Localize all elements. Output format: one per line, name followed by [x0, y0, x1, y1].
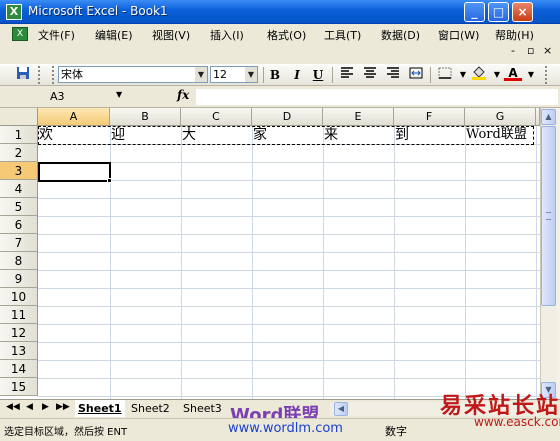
maximize-button[interactable]: □ — [488, 2, 509, 22]
row-header-5[interactable]: 5 — [0, 198, 38, 216]
row-header-15[interactable]: 15 — [0, 378, 38, 396]
chevron-down-icon[interactable]: ▼ — [522, 66, 540, 84]
row-header-3[interactable]: 3 — [0, 162, 38, 180]
row-header-4[interactable]: 4 — [0, 180, 38, 198]
chevron-down-icon[interactable]: ▼ — [245, 67, 257, 82]
status-mode: 数字 — [385, 425, 407, 438]
fill-handle[interactable] — [107, 178, 112, 183]
toolbar-separator — [263, 67, 264, 83]
menu-window[interactable]: 窗口(W) — [438, 27, 479, 43]
tab-sheet3[interactable]: Sheet3 — [180, 400, 225, 417]
menu-edit[interactable]: 编辑(E) — [95, 27, 133, 43]
cell-gridlines — [38, 126, 540, 399]
scroll-up-button[interactable]: ▲ — [541, 109, 556, 125]
row-header-9[interactable]: 9 — [0, 270, 38, 288]
excel-icon[interactable]: X — [6, 4, 22, 20]
fill-color-icon[interactable] — [470, 66, 488, 84]
font-size-select[interactable]: 12 ▼ — [210, 66, 258, 83]
copy-marquee — [38, 126, 534, 145]
row-header-11[interactable]: 11 — [0, 306, 38, 324]
font-color-icon[interactable]: A — [504, 66, 522, 81]
column-header-d[interactable]: D — [252, 108, 323, 126]
align-left-icon[interactable] — [338, 66, 356, 84]
scroll-grip-icon — [546, 212, 551, 220]
toolbar-separator — [332, 67, 333, 83]
first-sheet-button[interactable]: ◀◀ — [6, 402, 20, 412]
doc-restore-button[interactable]: ▫ — [527, 44, 534, 57]
prev-sheet-button[interactable]: ◀ — [26, 402, 33, 412]
bold-button[interactable]: B — [266, 66, 284, 84]
formula-input[interactable] — [196, 89, 558, 105]
row-header-13[interactable]: 13 — [0, 342, 38, 360]
window-title: Microsoft Excel - Book1 — [28, 4, 168, 18]
underline-button[interactable]: U — [309, 66, 327, 84]
menu-insert[interactable]: 插入(I) — [210, 27, 244, 43]
row-header-1[interactable]: 1 — [0, 126, 38, 144]
column-header-g[interactable]: G — [465, 108, 536, 126]
align-right-icon[interactable] — [384, 66, 402, 84]
toolbar-grip[interactable] — [52, 66, 56, 84]
minimize-button[interactable]: _ — [464, 2, 485, 22]
doc-close-button[interactable]: × — [543, 44, 552, 57]
column-header-e[interactable]: E — [323, 108, 394, 126]
menu-format[interactable]: 格式(O) — [267, 27, 306, 43]
menu-tools[interactable]: 工具(T) — [324, 27, 361, 43]
menu-help[interactable]: 帮助(H) — [495, 27, 534, 43]
column-header-a[interactable]: A — [38, 108, 110, 126]
doc-minimize-button[interactable]: - — [511, 44, 515, 57]
toolbar-grip[interactable] — [38, 66, 42, 84]
column-header-b[interactable]: B — [110, 108, 181, 126]
row-header-8[interactable]: 8 — [0, 252, 38, 270]
easck-url: www.easck.com — [474, 415, 560, 429]
chevron-down-icon[interactable]: ▼ — [116, 90, 122, 99]
row-header-6[interactable]: 6 — [0, 216, 38, 234]
menu-file[interactable]: 文件(F) — [38, 27, 75, 43]
italic-button[interactable]: I — [288, 66, 306, 84]
row-header-14[interactable]: 14 — [0, 360, 38, 378]
row-header-7[interactable]: 7 — [0, 234, 38, 252]
close-button[interactable]: × — [512, 2, 533, 22]
tab-sheet2[interactable]: Sheet2 — [128, 400, 173, 417]
workbook-icon[interactable]: X — [12, 27, 28, 41]
scroll-left-button[interactable]: ◀ — [334, 402, 348, 416]
align-center-icon[interactable] — [361, 66, 379, 84]
insert-function-button[interactable]: fx — [177, 88, 189, 102]
toolbar-options-grip[interactable] — [545, 66, 549, 84]
toolbar-separator — [430, 67, 431, 83]
next-sheet-button[interactable]: ▶ — [42, 402, 49, 412]
active-cell-a3[interactable] — [38, 162, 111, 182]
last-sheet-button[interactable]: ▶▶ — [56, 402, 70, 412]
menu-view[interactable]: 视图(V) — [152, 27, 190, 43]
row-header-2[interactable]: 2 — [0, 144, 38, 162]
font-name-value: 宋体 — [61, 68, 83, 81]
chevron-down-icon[interactable]: ▼ — [195, 67, 207, 82]
menu-data[interactable]: 数据(D) — [381, 27, 420, 43]
select-all-button[interactable] — [0, 108, 38, 126]
save-icon[interactable] — [14, 66, 32, 84]
status-message: 选定目标区域，然后按 ENT — [4, 427, 128, 438]
font-size-value: 12 — [213, 68, 227, 81]
row-header-12[interactable]: 12 — [0, 324, 38, 342]
column-header-f[interactable]: F — [394, 108, 465, 126]
column-header-c[interactable]: C — [181, 108, 252, 126]
wordlm-url: www.wordlm.com — [228, 421, 343, 436]
borders-icon[interactable] — [436, 66, 454, 84]
merge-center-icon[interactable] — [407, 66, 425, 84]
row-header-10[interactable]: 10 — [0, 288, 38, 306]
font-name-select[interactable]: 宋体 ▼ — [58, 66, 208, 83]
tab-sheet1[interactable]: Sheet1 — [75, 400, 125, 417]
